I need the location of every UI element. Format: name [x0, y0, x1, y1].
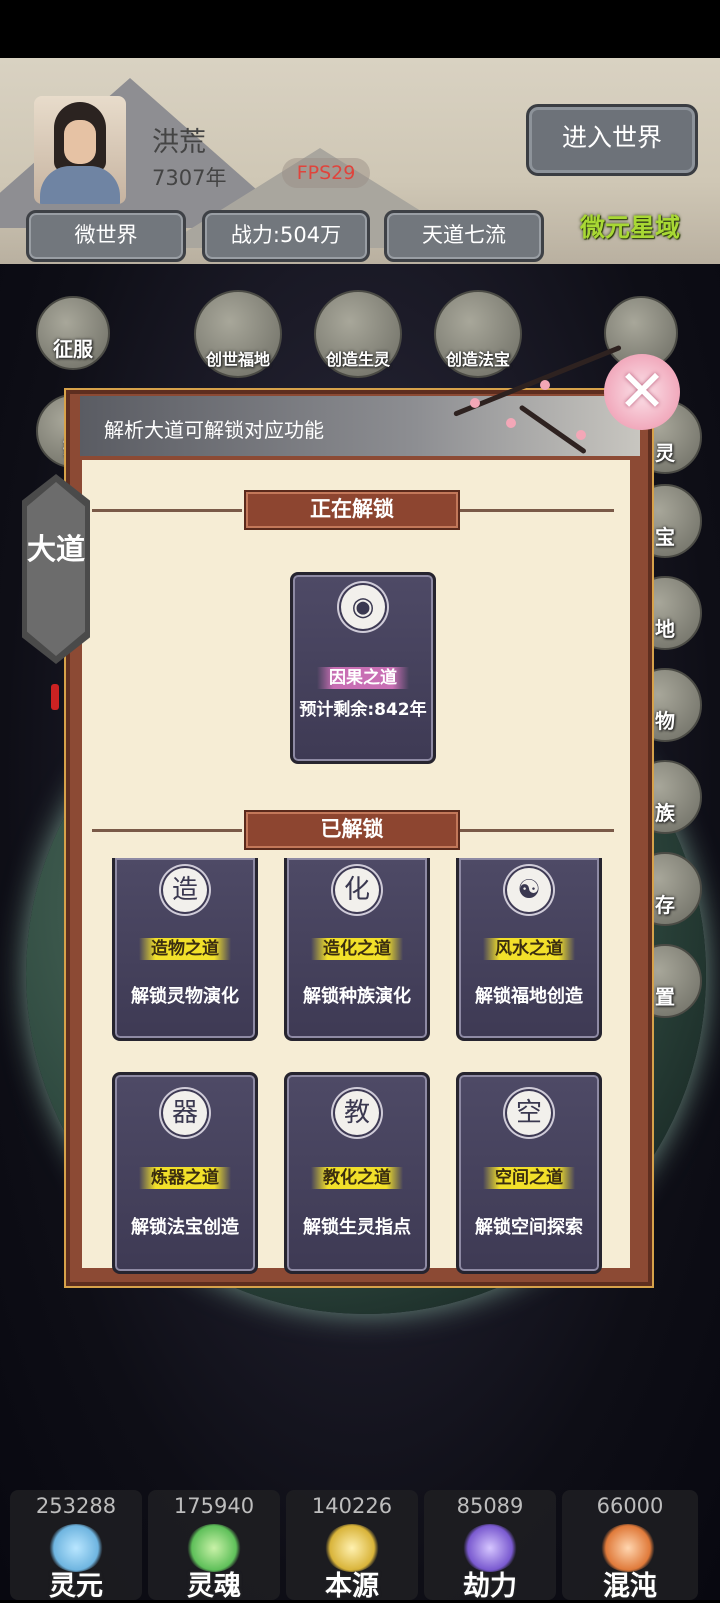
dao-desc: 解锁生灵指点 — [303, 1217, 411, 1238]
section-unlocking: 正在解锁 — [244, 490, 460, 530]
resource-jieli[interactable]: 85089 劫力 — [424, 1490, 556, 1602]
close-button[interactable]: ✕ — [604, 354, 680, 430]
creation-dao-icon: 造 — [163, 868, 207, 912]
blossom-decoration — [506, 418, 516, 428]
dao-desc: 解锁福地创造 — [475, 986, 583, 1007]
player-years: 7307年 — [152, 166, 227, 190]
heaven-rank-button[interactable]: 天道七流 — [384, 210, 544, 262]
realm-label[interactable]: 微元星域 — [580, 208, 680, 244]
section-unlocked: 已解锁 — [244, 810, 460, 850]
blossom-decoration — [576, 430, 586, 440]
resource-benyuan[interactable]: 140226 本源 — [286, 1490, 418, 1602]
resource-value: 66000 — [596, 1494, 664, 1518]
dao-name: 造物之道 — [139, 938, 231, 960]
dao-tab[interactable]: 大道 — [22, 474, 90, 664]
blossom-decoration — [470, 398, 480, 408]
dao-desc: 解锁种族演化 — [303, 986, 411, 1007]
resource-linghun[interactable]: 175940 灵魂 — [148, 1490, 280, 1602]
karma-eye-icon: ◉ — [341, 585, 385, 629]
conquer-icon[interactable]: 征服 — [36, 296, 110, 370]
resource-value: 140226 — [311, 1494, 393, 1518]
dao-card-space[interactable]: 空 空间之道 解锁空间探索 — [456, 1072, 602, 1274]
enter-world-button[interactable]: 进入世界 — [526, 104, 698, 176]
resource-label: 灵魂 — [187, 1571, 241, 1602]
dao-desc: 解锁空间探索 — [475, 1217, 583, 1238]
divider — [458, 829, 614, 832]
resource-label: 劫力 — [463, 1571, 517, 1602]
dao-name: 教化之道 — [311, 1167, 403, 1189]
blossom-decoration — [540, 380, 550, 390]
micro-world-button[interactable]: 微世界 — [26, 210, 186, 262]
resource-value: 85089 — [456, 1494, 524, 1518]
yin-yang-icon: ☯ — [507, 868, 551, 912]
evolution-dao-icon: 化 — [335, 868, 379, 912]
dao-card-teaching[interactable]: 教 教化之道 解锁生灵指点 — [284, 1072, 430, 1274]
close-icon: ✕ — [617, 357, 667, 425]
dao-card-forging[interactable]: 器 炼器之道 解锁法宝创造 — [112, 1072, 258, 1274]
player-avatar[interactable] — [34, 96, 126, 204]
create-land-icon[interactable]: 创世福地 — [194, 290, 282, 378]
space-dao-icon: 空 — [507, 1091, 551, 1135]
resource-hundun[interactable]: 66000 混沌 — [562, 1490, 698, 1602]
dao-name: 风水之道 — [483, 938, 575, 960]
unlocking-dao-card[interactable]: ◉ 因果之道 预计剩余:842年 — [290, 572, 436, 764]
resource-value: 175940 — [173, 1494, 255, 1518]
dao-desc: 解锁灵物演化 — [131, 986, 239, 1007]
resource-label: 混沌 — [603, 1571, 657, 1602]
resource-label: 灵元 — [49, 1571, 103, 1602]
resource-lingyuan[interactable]: 253288 灵元 — [10, 1490, 142, 1602]
fps-counter: FPS29 — [282, 158, 370, 188]
combat-power-button[interactable]: 战力:504万 — [202, 210, 370, 262]
player-name: 洪荒 — [152, 127, 206, 158]
unlocking-remaining: 预计剩余:842年 — [299, 700, 427, 720]
forging-dao-icon: 器 — [163, 1091, 207, 1135]
dao-name: 造化之道 — [311, 938, 403, 960]
dao-tab-label: 大道 — [26, 532, 85, 566]
create-treasure-icon[interactable]: 创造法宝 — [434, 290, 522, 378]
dao-card-fengshui[interactable]: ☯ 风水之道 解锁福地创造 — [456, 858, 602, 1041]
status-bar — [0, 0, 720, 58]
divider — [92, 509, 242, 512]
resource-label: 本源 — [325, 1571, 379, 1602]
dao-card-creation[interactable]: 造 造物之道 解锁灵物演化 — [112, 858, 258, 1041]
dao-desc: 解锁法宝创造 — [131, 1217, 239, 1238]
dao-card-evolution[interactable]: 化 造化之道 解锁种族演化 — [284, 858, 430, 1041]
create-life-icon[interactable]: 创造生灵 — [314, 290, 402, 378]
resource-value: 253288 — [35, 1494, 117, 1518]
divider — [458, 509, 614, 512]
dao-dialog-title: 解析大道可解锁对应功能 — [104, 418, 324, 442]
teaching-dao-icon: 教 — [335, 1091, 379, 1135]
dao-name: 炼器之道 — [139, 1167, 231, 1189]
dao-name: 空间之道 — [483, 1167, 575, 1189]
tassel-decoration — [51, 684, 59, 710]
header: 洪荒 7307年 FPS29 进入世界 微世界 战力:504万 天道七流 微元星… — [0, 58, 720, 264]
unlocking-dao-name: 因果之道 — [317, 667, 409, 689]
divider — [92, 829, 242, 832]
